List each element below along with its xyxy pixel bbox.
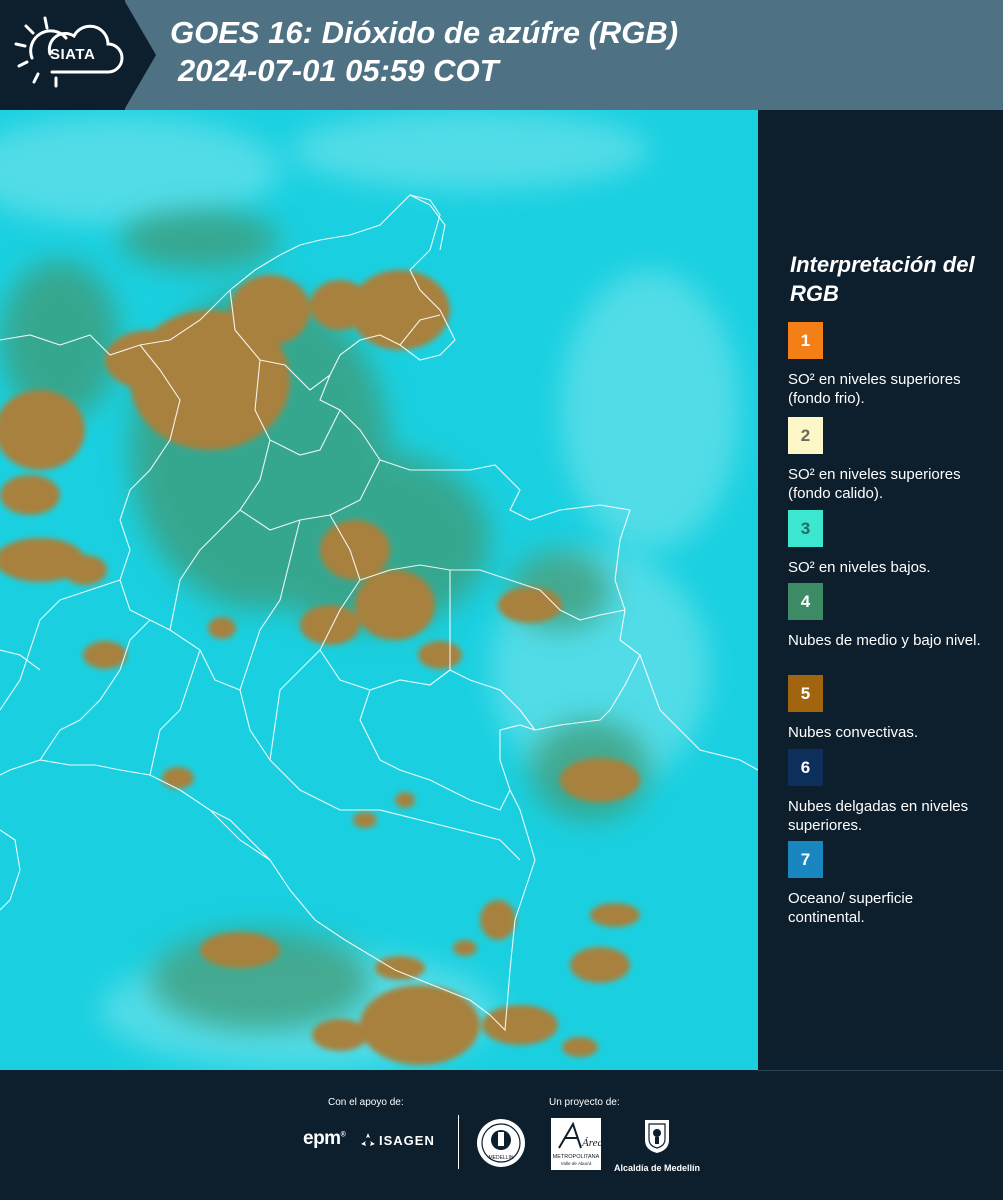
epm-logo: epm®	[303, 1128, 346, 1150]
isagen-mark-icon	[361, 1133, 375, 1146]
page-title: GOES 16: Dióxido de azúfre (RGB) 2024-07…	[170, 14, 678, 90]
area-subtitle-2: Valle de Aburrá	[561, 1161, 592, 1166]
legend-swatch-2: 2	[788, 417, 823, 454]
legend-label-2: SO² en niveles superiores (fondo calido)…	[788, 466, 961, 502]
isagen-logo: ISAGEN	[360, 1132, 435, 1148]
area-metropolitana-icon: Área METROPOLITANA Valle de Aburrá	[551, 1118, 603, 1170]
legend-label-4: Nubes de medio y bajo nivel.	[788, 632, 981, 649]
satellite-map-image	[0, 110, 758, 1070]
area-subtitle: METROPOLITANA	[553, 1154, 600, 1160]
project-label: Un proyecto de:	[549, 1097, 620, 1108]
legend-label-5: Nubes convectivas.	[788, 724, 919, 741]
legend-label-1: SO² en niveles superiores (fondo frio).	[788, 371, 961, 407]
legend-item-3: 3 SO² en niveles bajos.	[788, 510, 993, 577]
alcaldia-shield-icon	[645, 1120, 669, 1153]
epm-logo-text: epm	[303, 1128, 341, 1149]
legend-swatch-4: 4	[788, 583, 823, 620]
title-line-2: 2024-07-01 05:59 COT	[178, 53, 499, 88]
legend-title: Interpretación del RGB	[790, 252, 975, 306]
legend-panel: Interpretación del RGB 1 SO² en niveles …	[758, 110, 1003, 1070]
legend-item-2: 2 SO² en niveles superiores (fondo calid…	[788, 417, 993, 503]
seal-text: MEDELLIN	[488, 1155, 513, 1161]
registered-icon: ®	[340, 1131, 346, 1139]
area-metropolitana-logo: Área METROPOLITANA Valle de Aburrá	[551, 1118, 603, 1175]
siata-logo-text: SIATA	[50, 46, 96, 63]
footer-divider	[458, 1115, 459, 1169]
legend-item-7: 7 Oceano/ superficie continental.	[788, 841, 993, 927]
legend-item-1: 1 SO² en niveles superiores (fondo frio)…	[788, 322, 993, 408]
legend-label-3: SO² en niveles bajos.	[788, 559, 931, 576]
legend-label-6: Nubes delgadas en niveles superiores.	[788, 798, 969, 834]
legend-swatch-7: 7	[788, 841, 823, 878]
legend-item-6: 6 Nubes delgadas en niveles superiores.	[788, 749, 993, 835]
support-label: Con el apoyo de:	[328, 1097, 404, 1108]
alcaldia-logo: Alcaldía de Medellín	[612, 1118, 702, 1173]
alcaldia-text: Alcaldía de Medellín	[613, 1163, 701, 1173]
satellite-map[interactable]	[0, 110, 758, 1070]
header: SIATA GOES 16: Dióxido de azúfre (RGB) 2…	[0, 0, 1003, 110]
footer-divider-line	[758, 1070, 1003, 1071]
logo-chevron	[124, 0, 156, 110]
legend-item-5: 5 Nubes convectivas.	[788, 675, 993, 742]
legend-swatch-1: 1	[788, 322, 823, 359]
legend-swatch-5: 5	[788, 675, 823, 712]
legend-swatch-6: 6	[788, 749, 823, 786]
area-logo-text: Área	[581, 1137, 601, 1149]
title-line-1: GOES 16: Dióxido de azúfre (RGB)	[170, 15, 679, 50]
siata-logo-block: SIATA	[0, 0, 125, 110]
footer: Con el apoyo de: Un proyecto de: epm® IS…	[0, 1070, 1003, 1200]
medellin-seal-icon: MEDELLIN	[477, 1119, 525, 1167]
legend-item-4: 4 Nubes de medio y bajo nivel.	[788, 583, 993, 650]
legend-swatch-3: 3	[788, 510, 823, 547]
legend-label-7: Oceano/ superficie continental.	[788, 890, 914, 926]
isagen-logo-text: ISAGEN	[379, 1132, 435, 1148]
